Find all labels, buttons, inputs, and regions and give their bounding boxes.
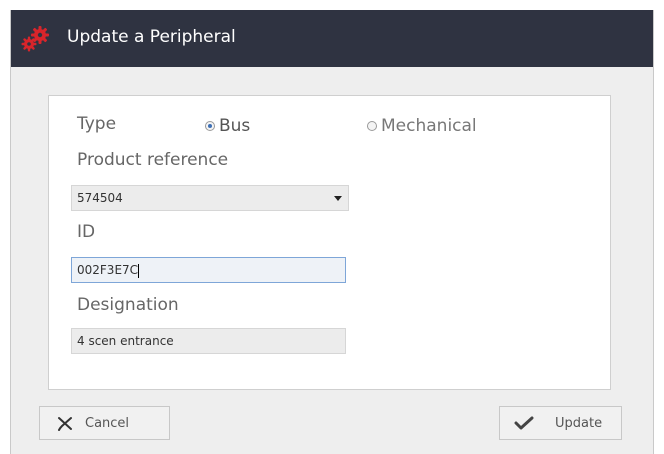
product-reference-value: 574504 bbox=[77, 191, 123, 205]
product-reference-label: Product reference bbox=[77, 150, 229, 170]
cancel-button[interactable]: Cancel bbox=[39, 406, 170, 440]
dropdown-arrow-icon[interactable] bbox=[331, 186, 345, 210]
check-icon bbox=[514, 416, 534, 430]
radio-bus-indicator[interactable] bbox=[205, 121, 215, 131]
cancel-label: Cancel bbox=[85, 415, 130, 431]
radio-mechanical[interactable]: Mechanical bbox=[367, 116, 477, 136]
dialog-title: Update a Peripheral bbox=[67, 27, 236, 47]
title-bar: Update a Peripheral bbox=[11, 10, 653, 67]
id-label: ID bbox=[77, 222, 96, 242]
update-label: Update bbox=[555, 415, 603, 431]
form-panel: Type Bus Mechanical Product reference 57… bbox=[48, 95, 611, 390]
update-peripheral-dialog: Update a Peripheral Type Bus Mechanical … bbox=[10, 10, 654, 454]
product-reference-select[interactable]: 574504 bbox=[71, 185, 349, 211]
id-input[interactable]: 002F3E7C bbox=[71, 257, 346, 283]
type-label: Type bbox=[77, 114, 117, 134]
designation-value: 4 scen entrance bbox=[77, 334, 174, 348]
designation-input[interactable]: 4 scen entrance bbox=[71, 328, 346, 354]
radio-mechanical-indicator[interactable] bbox=[367, 121, 377, 131]
gears-icon bbox=[21, 26, 49, 52]
radio-mechanical-label: Mechanical bbox=[381, 116, 477, 136]
id-value: 002F3E7C bbox=[77, 263, 139, 277]
text-cursor bbox=[138, 263, 140, 278]
radio-bus[interactable]: Bus bbox=[205, 116, 250, 136]
update-button[interactable]: Update bbox=[499, 406, 622, 440]
designation-label: Designation bbox=[77, 295, 179, 315]
radio-bus-label: Bus bbox=[219, 116, 251, 136]
x-icon bbox=[58, 417, 72, 431]
